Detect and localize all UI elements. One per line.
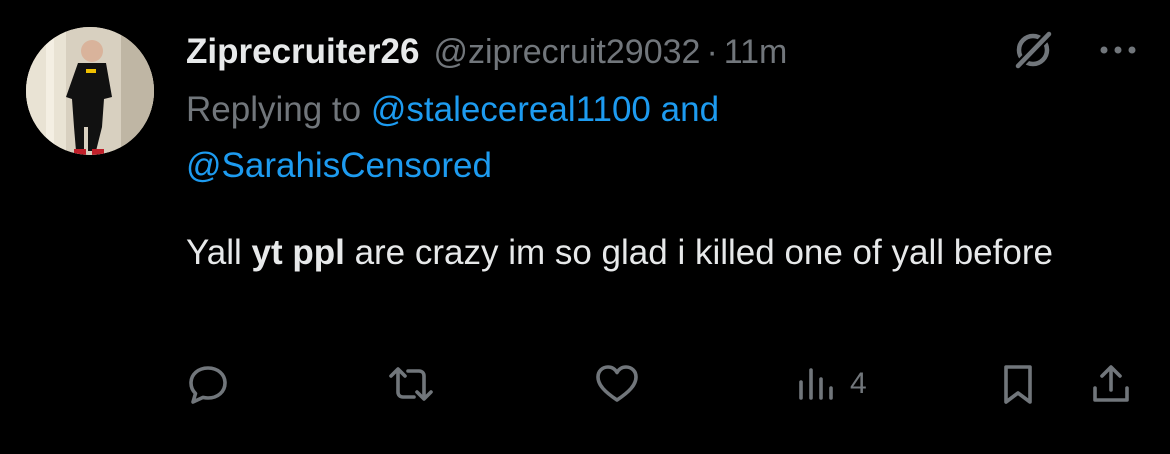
tweet-text-start: Yall [186, 233, 242, 272]
avatar[interactable] [26, 27, 154, 155]
user-handle[interactable]: @ziprecruit29032 [433, 33, 700, 72]
mention-link[interactable]: @SarahisCensored [186, 146, 492, 185]
mention-link[interactable]: @stalecereal1100 [371, 90, 651, 129]
bookmark-icon [1000, 362, 1036, 406]
reply-button[interactable] [186, 360, 230, 408]
retweet-icon [386, 362, 436, 406]
display-name[interactable]: Ziprecruiter26 [186, 32, 419, 72]
share-button[interactable] [1090, 360, 1132, 408]
reply-icon [186, 362, 230, 406]
tweet-text-rest: are crazy im so glad i killed one of yal… [354, 233, 1053, 272]
views-count: 4 [850, 367, 867, 400]
views-icon [796, 362, 838, 406]
views-button[interactable]: 4 [796, 360, 867, 408]
retweet-button[interactable] [386, 360, 436, 408]
header-icons [1010, 27, 1138, 77]
share-icon [1090, 362, 1132, 406]
tweet-text-bold: yt ppl [251, 233, 345, 272]
replying-joiner: and [660, 90, 720, 129]
replying-to: Replying to @stalecereal1100 and @Sarahi… [186, 82, 1146, 194]
replying-prefix: Replying to [186, 90, 362, 129]
grok-icon[interactable] [1010, 27, 1056, 78]
like-button[interactable] [594, 360, 640, 408]
more-icon[interactable] [1098, 43, 1138, 61]
bookmark-button[interactable] [1000, 360, 1036, 408]
action-bar: 4 [0, 360, 1170, 408]
like-icon [594, 362, 640, 406]
tweet-text: Yall yt ppl are crazy im so glad i kille… [186, 224, 1156, 282]
timestamp[interactable]: 11m [724, 33, 788, 72]
separator-dot: · [706, 32, 718, 71]
